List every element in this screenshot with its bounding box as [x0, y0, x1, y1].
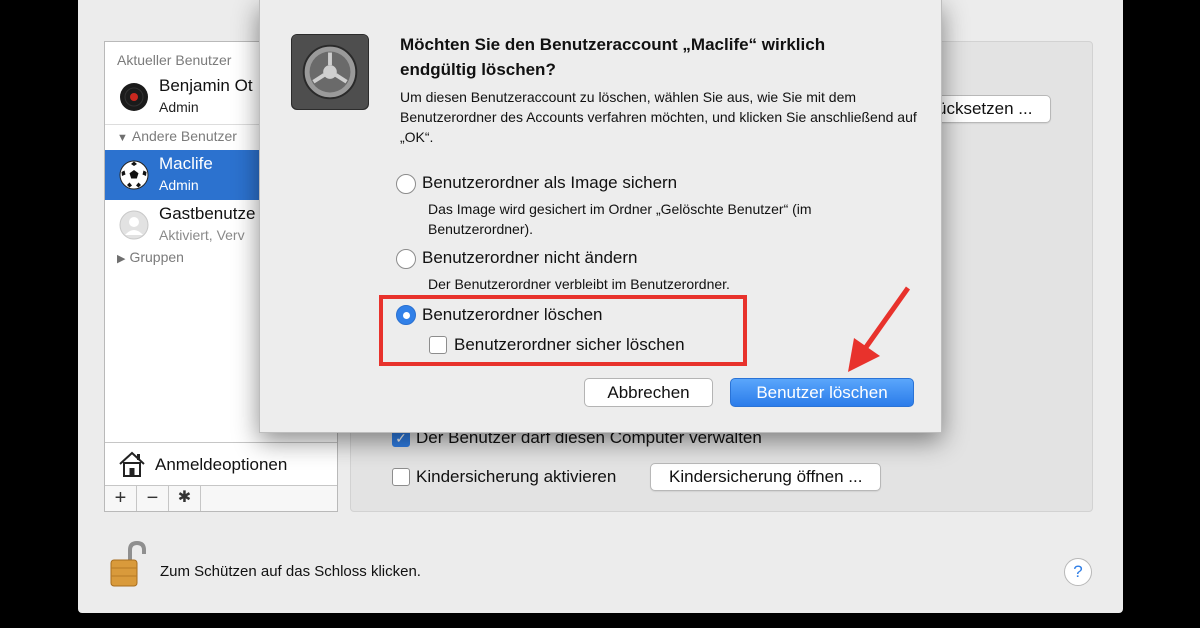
groups-section-label[interactable]: ▶ Gruppen [117, 249, 184, 265]
login-options-item[interactable]: Anmeldeoptionen [105, 442, 337, 485]
delete-user-button[interactable]: Benutzer löschen [730, 378, 914, 407]
login-options-label: Anmeldeoptionen [155, 455, 288, 474]
groups-label: Gruppen [129, 249, 184, 265]
option-label: Benutzerordner nicht ändern [422, 248, 638, 267]
dialog-message: Um diesen Benutzeraccount zu löschen, wä… [400, 89, 917, 145]
user-name: Benjamin Ot [159, 76, 253, 95]
add-user-button[interactable]: + [105, 486, 137, 511]
users-toolbar: + − ✱ [105, 485, 337, 511]
other-users-section-label[interactable]: ▼ Andere Benutzer [117, 128, 237, 144]
cancel-button[interactable]: Abbrechen [584, 378, 713, 407]
guest-avatar-icon [119, 210, 149, 240]
highlight-box [379, 295, 747, 366]
user-role: Admin [159, 99, 199, 115]
parental-controls-checkbox[interactable] [392, 468, 410, 486]
radio-do-not-change[interactable] [396, 249, 416, 269]
user-status: Aktiviert, Verv [159, 227, 245, 243]
lock-hint-text: Zum Schützen auf das Schloss klicken. [160, 563, 421, 580]
option-description: Das Image wird gesichert im Ordner „Gelö… [428, 201, 812, 237]
option-description: Der Benutzerordner verbleibt im Benutzer… [428, 276, 730, 292]
system-preferences-gear-icon [291, 34, 369, 110]
other-users-label: Andere Benutzer [131, 128, 237, 144]
remove-user-button[interactable]: − [137, 486, 169, 511]
dialog-title: Möchten Sie den Benutzeraccount „Maclife… [400, 35, 826, 79]
current-user-section-label: Aktueller Benutzer [117, 52, 232, 68]
user-name: Gastbenutze [159, 204, 256, 223]
vinyl-avatar-icon [120, 83, 148, 111]
open-parental-controls-button[interactable]: Kindersicherung öffnen ... [650, 463, 882, 491]
soccer-ball-avatar-icon [119, 160, 149, 190]
disclosure-right-icon: ▶ [117, 253, 126, 265]
help-button[interactable]: ? [1064, 558, 1092, 586]
red-arrow-icon [848, 286, 911, 372]
radio-save-as-image[interactable] [396, 174, 416, 194]
user-name: Maclife [159, 154, 213, 173]
house-icon [119, 451, 145, 477]
disclosure-down-icon: ▼ [117, 132, 128, 144]
option-label: Benutzerordner als Image sichern [422, 173, 678, 192]
parental-controls-label: Kindersicherung aktivieren [416, 467, 617, 486]
unlocked-padlock-icon[interactable] [108, 540, 148, 588]
gear-icon[interactable]: ✱ [169, 486, 201, 511]
user-role: Admin [159, 177, 199, 193]
